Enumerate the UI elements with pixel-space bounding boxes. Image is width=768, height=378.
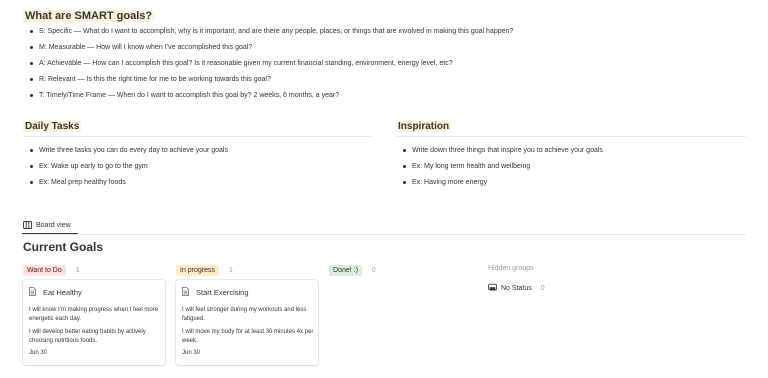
inspiration-heading: Inspiration xyxy=(396,121,452,132)
smart-item-timely: T: Timely/Time Frame — When do I want to… xyxy=(27,91,513,107)
tab-board-view[interactable]: Board view xyxy=(23,218,71,232)
daily-task-item: Ex: Wake up early to go to the gym xyxy=(27,162,228,178)
hidden-group-no-status[interactable]: No Status 0 xyxy=(488,283,545,293)
smart-item-achievable: A: Achievable — How can I accomplish thi… xyxy=(27,59,513,75)
inspiration-item: Ex: Having more energy xyxy=(400,178,603,194)
daily-task-item: Ex: Meal prep healthy foods xyxy=(27,178,228,194)
daily-task-item: Write three tasks you can do every day t… xyxy=(27,146,228,162)
page-icon xyxy=(29,287,36,298)
group-count: 1 xyxy=(75,266,80,274)
inspiration-item: Ex: My long term health and wellbeing xyxy=(400,162,603,178)
card-date: Jun 30 xyxy=(29,350,48,356)
board-title: Current Goals xyxy=(23,240,104,254)
smart-item-measurable: M: Measurable — How will I know when I’v… xyxy=(27,43,513,59)
inspiration-item: Write down three things that inspire you… xyxy=(400,146,603,162)
group-count: 1 xyxy=(229,266,233,274)
status-badge: In progress xyxy=(176,264,220,276)
card-description: I will feel stronger during my workouts … xyxy=(182,307,307,322)
smart-item-specific: S: Specific — What do I want to accompli… xyxy=(27,27,513,43)
smart-goals-list: S: Specific — What do I want to accompli… xyxy=(27,27,513,107)
card-description: I will know I’m making progress when I f… xyxy=(29,307,159,322)
group-header-done[interactable]: Done! :) 0 xyxy=(329,264,376,276)
group-count: 0 xyxy=(371,266,376,274)
tab-bar-divider xyxy=(22,234,746,235)
daily-tasks-list: Write three tasks you can do every day t… xyxy=(27,146,228,194)
board-card-start-exercising[interactable]: Start Exercising I will feel stronger du… xyxy=(176,280,318,365)
hidden-groups-label: Hidden groups xyxy=(488,265,534,272)
page-icon xyxy=(182,287,189,298)
group-header-in-progress[interactable]: In progress 1 xyxy=(176,264,233,276)
card-title: Eat Healthy xyxy=(29,287,82,298)
group-header-want-to-do[interactable]: Want to Do 1 xyxy=(23,264,80,276)
smart-item-relevant: R: Relevant — Is this the right time for… xyxy=(27,75,513,91)
card-description: I will develop better eating habits by a… xyxy=(29,329,146,344)
daily-tasks-heading: Daily Tasks xyxy=(23,121,82,132)
status-badge: Want to Do xyxy=(23,264,66,276)
card-title: Start Exercising xyxy=(182,287,249,298)
no-status-label: No Status xyxy=(501,284,532,292)
daily-tasks-divider xyxy=(23,136,373,137)
tab-board-view-label: Board view xyxy=(36,221,71,229)
card-title-text: Start Exercising xyxy=(196,288,249,297)
card-description: I will move my body for at least 30 minu… xyxy=(182,329,314,344)
card-title-text: Eat Healthy xyxy=(43,288,82,297)
eye-off-icon xyxy=(488,283,497,293)
status-badge: Done! :) xyxy=(329,264,362,276)
card-date: Jun 30 xyxy=(182,350,201,356)
inspiration-list: Write down three things that inspire you… xyxy=(400,146,603,194)
board-card-eat-healthy[interactable]: Eat Healthy I will know I’m making progr… xyxy=(23,280,165,365)
board-icon xyxy=(23,221,32,229)
inspiration-divider xyxy=(396,136,746,137)
smart-goals-heading: What are SMART goals? xyxy=(23,10,155,22)
no-status-count: 0 xyxy=(540,284,545,292)
